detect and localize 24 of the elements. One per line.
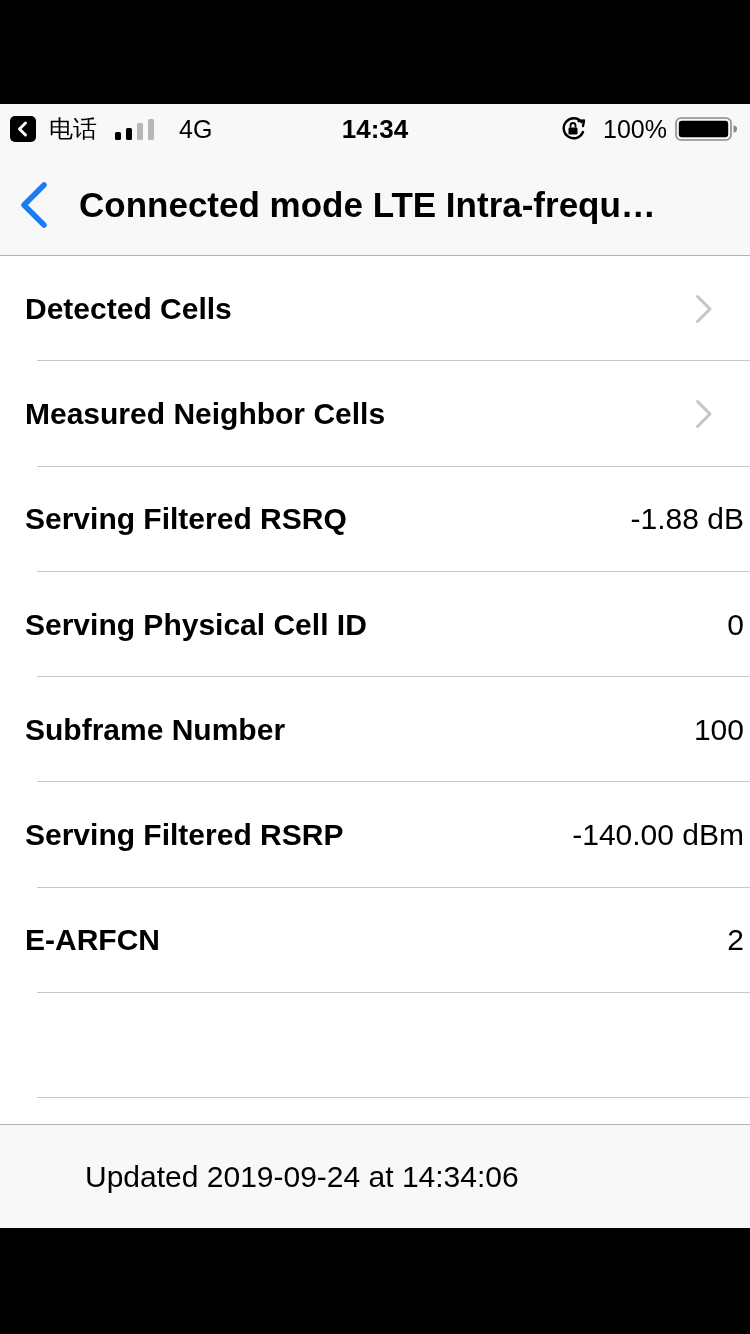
chevron-icon xyxy=(695,398,713,429)
back-chevron-icon[interactable] xyxy=(20,181,48,228)
back-app-label[interactable]: 电话 xyxy=(49,114,97,144)
status-time: 14:34 xyxy=(341,114,409,144)
chevron-icon xyxy=(695,293,713,324)
row-value: -1.88 dB xyxy=(630,502,744,537)
signal-icon xyxy=(115,118,154,140)
row-value: 0 xyxy=(727,607,744,642)
network-type: 4G xyxy=(179,114,213,144)
battery-percent: 100% xyxy=(603,114,667,144)
battery-icon xyxy=(675,117,737,141)
row-value: -140.00 dBm xyxy=(572,818,744,853)
row-label: Serving Physical Cell ID xyxy=(25,607,367,642)
row-label: E-ARFCN xyxy=(25,923,160,958)
page-title: Connected mode LTE Intra-frequ… xyxy=(79,184,656,225)
list-item[interactable]: Detected Cells xyxy=(0,256,750,362)
row-value: 100 xyxy=(693,712,744,747)
updated-timestamp: Updated 2019-09-24 at 14:34:06 xyxy=(85,1159,519,1194)
row-label: Serving Filtered RSRP xyxy=(25,818,344,853)
list-item[interactable]: Measured Neighbor Cells xyxy=(0,361,750,467)
row-label: Serving Filtered RSRQ xyxy=(25,502,347,537)
row-label: Subframe Number xyxy=(25,712,286,747)
row-value: 2 xyxy=(727,923,744,958)
back-to-app-icon[interactable] xyxy=(10,116,36,142)
